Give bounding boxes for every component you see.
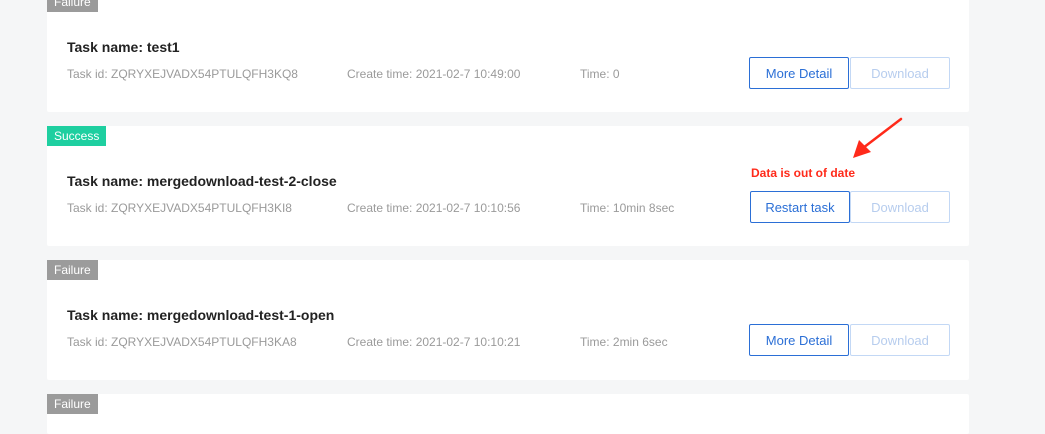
elapsed-time: Time: 10min 8sec — [580, 201, 675, 215]
status-badge: Failure — [47, 0, 98, 12]
create-time: Create time: 2021-02-7 10:10:56 — [347, 201, 521, 215]
restart-task-button[interactable]: Restart task — [750, 191, 850, 223]
task-id: Task id: ZQRYXEJVADX54PTULQFH3KQ8 — [67, 67, 298, 81]
task-card: Failure Task name: mergedownload-test-1-… — [47, 260, 969, 380]
annotation-arrow-icon — [853, 117, 903, 158]
create-time: Create time: 2021-02-7 10:49:00 — [347, 67, 521, 81]
more-detail-button[interactable]: More Detail — [749, 57, 849, 89]
task-name: Task name: test1 — [67, 39, 180, 55]
task-card: Failure Task name: test1 Task id: ZQRYXE… — [47, 0, 969, 112]
elapsed-time: Time: 0 — [580, 67, 620, 81]
elapsed-time: Time: 2min 6sec — [580, 335, 668, 349]
task-card: Failure — [47, 394, 969, 434]
status-badge: Success — [47, 126, 107, 146]
download-button[interactable]: Download — [850, 57, 950, 89]
task-id: Task id: ZQRYXEJVADX54PTULQFH3KI8 — [67, 201, 292, 215]
annotation-label: Data is out of date — [751, 166, 856, 180]
more-detail-button[interactable]: More Detail — [749, 324, 849, 356]
status-badge: Failure — [47, 260, 98, 280]
download-button[interactable]: Download — [850, 191, 950, 223]
task-name: Task name: mergedownload-test-2-close — [67, 173, 337, 189]
download-button[interactable]: Download — [850, 324, 950, 356]
task-card: Success Task name: mergedownload-test-2-… — [47, 126, 969, 246]
task-name: Task name: mergedownload-test-1-open — [67, 307, 335, 323]
task-id: Task id: ZQRYXEJVADX54PTULQFH3KA8 — [67, 335, 297, 349]
status-badge: Failure — [47, 394, 98, 414]
create-time: Create time: 2021-02-7 10:10:21 — [347, 335, 521, 349]
